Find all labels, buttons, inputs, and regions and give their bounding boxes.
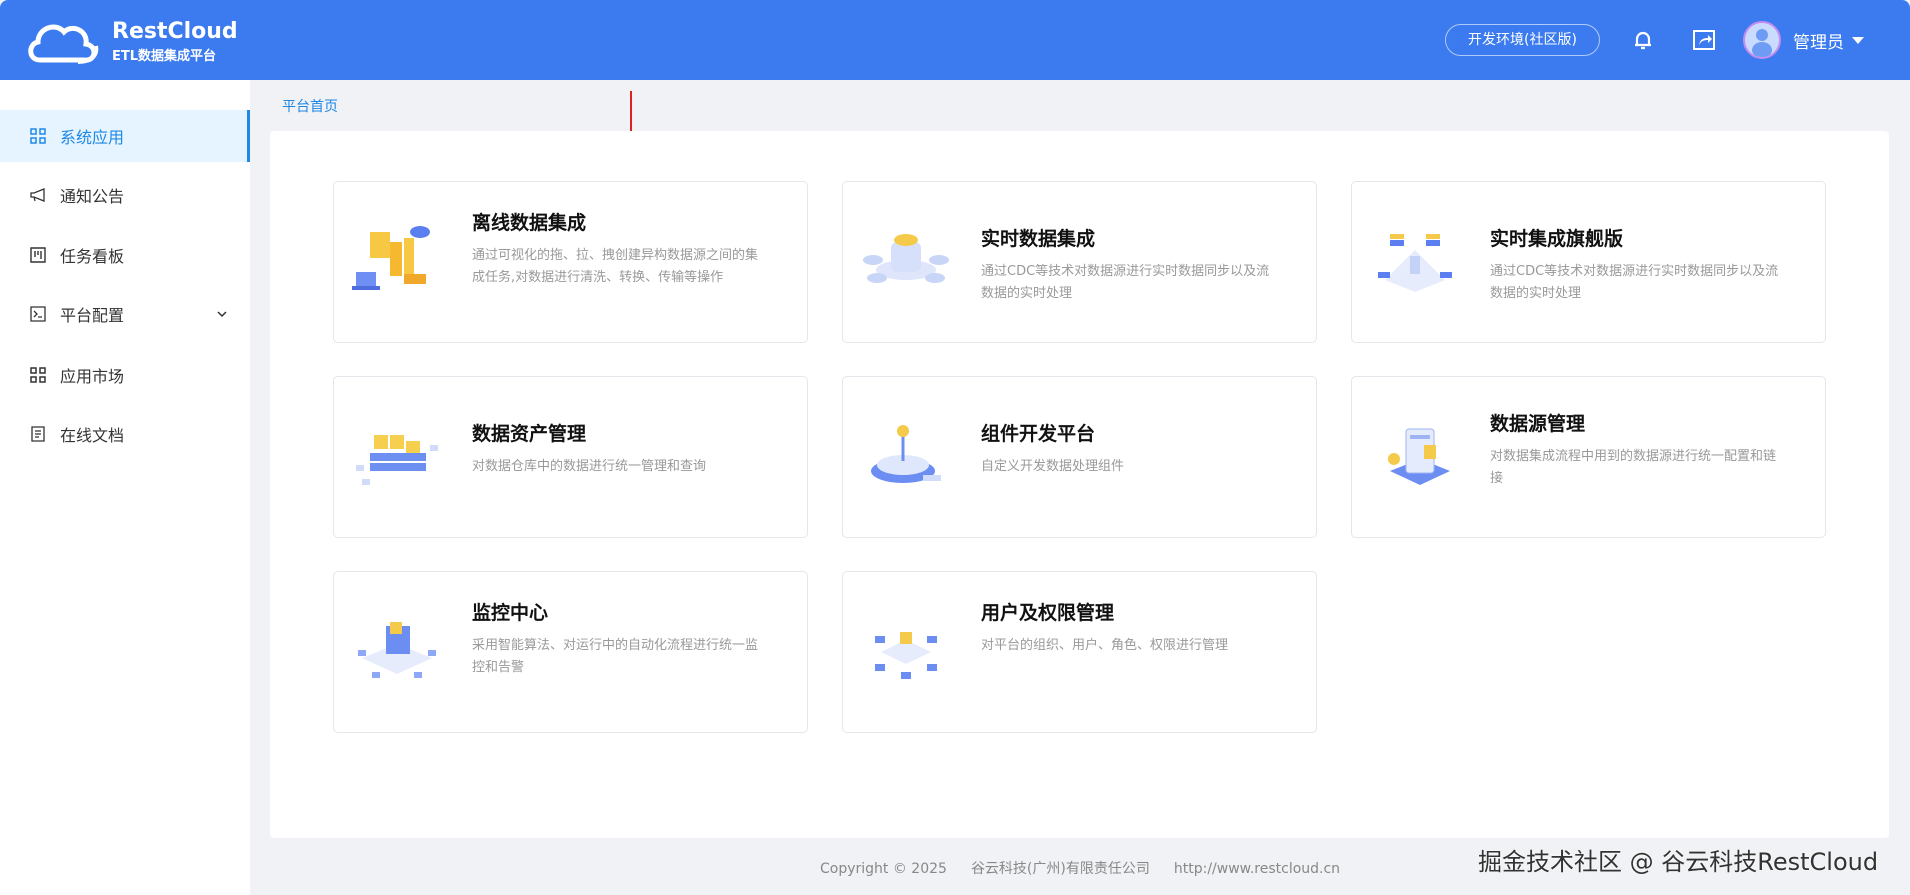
website-link[interactable]: http://www.restcloud.cn	[1174, 861, 1340, 877]
sidebar-item-label: 平台配置	[60, 306, 125, 325]
card-description: 对数据集成流程中用到的数据源进行统一配置和链接	[1490, 449, 1777, 486]
grid-icon	[30, 128, 46, 144]
card-description: 对数据仓库中的数据进行统一管理和查询	[472, 459, 707, 474]
card-realtime-integration[interactable]: 实时数据集成 通过CDC等技术对数据源进行实时数据同步以及流数据的实时处理	[842, 181, 1317, 343]
user-permissions-illustration-icon	[875, 632, 937, 679]
card-title: 数据源管理	[1490, 413, 1586, 435]
card-description: 通过CDC等技术对数据源进行实时数据同步以及流数据的实时处理	[1490, 264, 1779, 301]
card-title: 监控中心	[472, 602, 549, 624]
sidebar-item-notices[interactable]: 通知公告	[0, 169, 250, 221]
grid-icon	[30, 367, 46, 383]
sidebar-item-task-board[interactable]: 任务看板	[0, 229, 250, 281]
environment-button[interactable]: 开发环境(社区版)	[1445, 24, 1600, 56]
sidebar-item-platform-config[interactable]: 平台配置	[0, 288, 250, 340]
card-description: 通过CDC等技术对数据源进行实时数据同步以及流数据的实时处理	[981, 264, 1270, 301]
sidebar-item-label: 任务看板	[60, 247, 125, 266]
logo-title: RestCloud	[112, 18, 238, 44]
card-description: 对平台的组织、用户、角色、权限进行管理	[981, 638, 1229, 653]
logo-subtitle: ETL数据集成平台	[112, 48, 217, 64]
card-title: 实时集成旗舰版	[1490, 228, 1624, 250]
sidebar-item-app-market[interactable]: 应用市场	[0, 349, 250, 401]
sidebar-item-label: 应用市场	[60, 367, 125, 386]
sidebar-item-system-apps[interactable]: 系统应用	[0, 110, 250, 162]
realtime-illustration-icon	[863, 234, 949, 283]
cloud-logo-icon	[28, 24, 99, 64]
card-monitoring-center[interactable]: 监控中心 采用智能算法、对运行中的自动化流程进行统一监控和告警	[333, 571, 808, 733]
copyright: Copyright © 2025	[820, 861, 947, 877]
card-component-dev[interactable]: 组件开发平台 自定义开发数据处理组件	[842, 376, 1317, 538]
watermark: 掘金技术社区 @ 谷云科技RestCloud	[1478, 848, 1879, 876]
top-header: RestCloud ETL数据集成平台 开发环境(社区版) 管理员	[0, 0, 1910, 80]
card-description: 通过可视化的拖、拉、拽创建异构数据源之间的集成任务,对数据进行清洗、转换、传输等…	[472, 248, 759, 285]
card-title: 数据资产管理	[472, 423, 587, 445]
datasource-illustration-icon	[1388, 428, 1450, 485]
sidebar-item-label: 通知公告	[60, 187, 125, 206]
kanban-icon	[30, 247, 46, 263]
card-title: 用户及权限管理	[981, 602, 1115, 624]
bell-icon[interactable]	[1631, 28, 1655, 52]
share-icon[interactable]	[1692, 28, 1716, 52]
card-title: 组件开发平台	[981, 423, 1096, 445]
footer: Copyright © 2025 谷云科技(广州)有限责任公司 http://www…	[820, 858, 1364, 878]
caret-down-icon[interactable]	[1852, 37, 1864, 50]
etl-illustration-icon	[352, 226, 430, 290]
chevron-down-icon[interactable]	[216, 308, 228, 320]
data-assets-illustration-icon	[356, 435, 438, 485]
sidebar-item-label: 系统应用	[60, 128, 125, 147]
company-name: 谷云科技(广州)有限责任公司	[970, 861, 1150, 877]
sidebar-item-label: 在线文档	[60, 426, 125, 445]
user-name[interactable]: 管理员	[1793, 28, 1844, 53]
document-icon	[31, 426, 45, 442]
monitoring-illustration-icon	[358, 622, 436, 678]
card-offline-integration[interactable]: 离线数据集成 通过可视化的拖、拉、拽创建异构数据源之间的集成任务,对数据进行清洗…	[333, 181, 808, 343]
terminal-icon	[30, 306, 46, 322]
megaphone-icon	[30, 188, 45, 202]
card-description: 自定义开发数据处理组件	[981, 459, 1125, 474]
card-description: 采用智能算法、对运行中的自动化流程进行统一监控和告警	[472, 638, 759, 675]
logo[interactable]: RestCloud ETL数据集成平台	[26, 16, 238, 66]
flagship-illustration-icon	[1378, 234, 1452, 292]
breadcrumb[interactable]: 平台首页	[282, 96, 338, 116]
card-data-assets[interactable]: 数据资产管理 对数据仓库中的数据进行统一管理和查询	[333, 376, 808, 538]
sidebar-item-docs[interactable]: 在线文档	[0, 408, 250, 460]
card-title: 实时数据集成	[981, 228, 1096, 250]
sidebar: 系统应用 通知公告 任务看板 平台配置 应用市场 在线文档	[0, 80, 250, 895]
card-user-permissions[interactable]: 用户及权限管理 对平台的组织、用户、角色、权限进行管理	[842, 571, 1317, 733]
card-realtime-flagship[interactable]: 实时集成旗舰版 通过CDC等技术对数据源进行实时数据同步以及流数据的实时处理	[1351, 181, 1826, 343]
card-title: 离线数据集成	[472, 212, 587, 234]
card-datasource-management[interactable]: 数据源管理 对数据集成流程中用到的数据源进行统一配置和链接	[1351, 376, 1826, 538]
component-dev-illustration-icon	[871, 425, 941, 483]
avatar[interactable]	[1743, 21, 1781, 59]
